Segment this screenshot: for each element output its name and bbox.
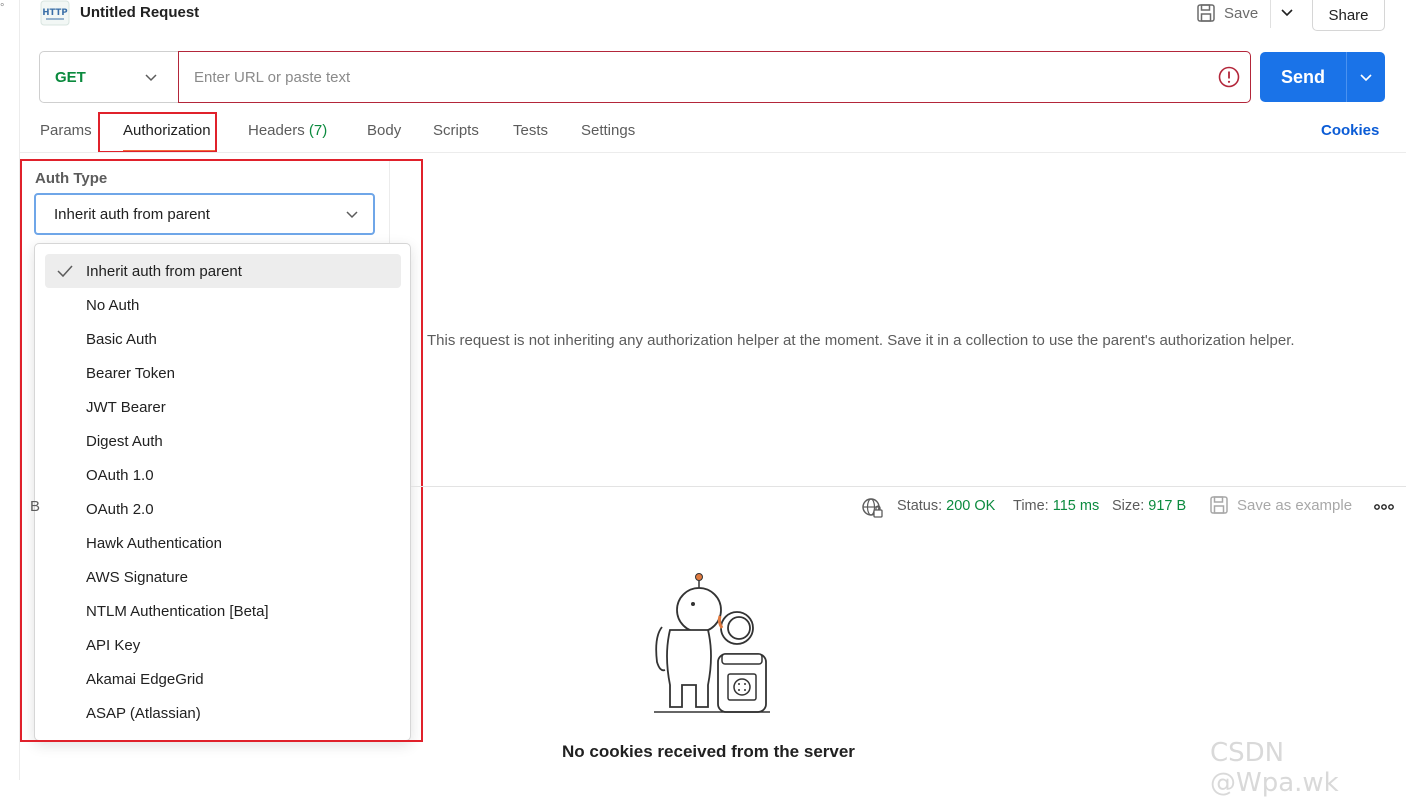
tabs-divider bbox=[20, 152, 1406, 153]
chevron-down-icon bbox=[1360, 74, 1372, 82]
globe-lock-icon[interactable] bbox=[861, 497, 883, 519]
gutter-mark: ° bbox=[0, 2, 5, 14]
save-button[interactable]: Save bbox=[1196, 0, 1258, 26]
tab-scripts[interactable]: Scripts bbox=[433, 122, 479, 139]
time-label: Time: bbox=[1013, 498, 1049, 514]
floppy-disk-icon bbox=[1197, 4, 1215, 22]
tab-params[interactable]: Params bbox=[40, 122, 92, 139]
authorization-tab-highlight-box bbox=[98, 112, 217, 153]
size-value: 917 B bbox=[1148, 498, 1187, 514]
save-example-label: Save as example bbox=[1237, 496, 1353, 514]
tab-tests[interactable]: Tests bbox=[513, 122, 548, 139]
response-divider bbox=[411, 486, 1406, 487]
time-value: 115 ms bbox=[1052, 498, 1100, 514]
method-select[interactable]: GET bbox=[39, 51, 179, 103]
send-options-button[interactable] bbox=[1346, 52, 1385, 102]
astronaut-cookie-jar-illustration bbox=[654, 573, 770, 713]
status-label: Status: bbox=[897, 498, 943, 514]
size-label: Size: bbox=[1112, 498, 1145, 514]
method-label: GET bbox=[55, 68, 86, 86]
status-value: 200 OK bbox=[946, 498, 996, 514]
auth-section-highlight-box bbox=[20, 159, 423, 742]
save-options-chevron-down-icon[interactable] bbox=[1279, 4, 1295, 20]
tab-headers[interactable]: Headers (7) bbox=[248, 122, 327, 139]
response-size: Size: 917 B bbox=[1112, 498, 1186, 514]
http-request-icon: HTTP bbox=[40, 0, 70, 26]
warning-icon bbox=[1218, 66, 1240, 88]
save-divider bbox=[1270, 0, 1271, 28]
save-label: Save bbox=[1224, 4, 1259, 22]
chevron-down-icon bbox=[145, 74, 157, 82]
floppy-disk-icon bbox=[1210, 496, 1228, 514]
more-options-icon[interactable] bbox=[1373, 500, 1395, 514]
share-button[interactable]: Share bbox=[1312, 0, 1385, 31]
response-time: Time: 115 ms bbox=[1013, 498, 1099, 514]
cookies-link[interactable]: Cookies bbox=[1321, 122, 1379, 139]
auth-info-text: This request is not inheriting any autho… bbox=[427, 332, 1295, 349]
http-icon-text: HTTP bbox=[42, 8, 67, 18]
send-button[interactable]: Send bbox=[1260, 52, 1346, 102]
save-as-example-button[interactable]: Save as example bbox=[1209, 495, 1352, 515]
tab-body[interactable]: Body bbox=[367, 122, 401, 139]
tab-headers-count: (7) bbox=[308, 122, 328, 139]
url-input[interactable] bbox=[178, 51, 1251, 103]
response-tab-partial: B bbox=[30, 498, 41, 515]
tab-headers-label: Headers bbox=[248, 122, 305, 139]
response-status: Status: 200 OK bbox=[897, 498, 995, 514]
watermark: CSDN @Wpa.wk bbox=[1210, 738, 1339, 798]
empty-state-message: No cookies received from the server bbox=[562, 742, 855, 761]
left-gutter: ° bbox=[0, 0, 20, 780]
tab-settings[interactable]: Settings bbox=[581, 122, 635, 139]
request-title[interactable]: Untitled Request bbox=[80, 4, 199, 21]
